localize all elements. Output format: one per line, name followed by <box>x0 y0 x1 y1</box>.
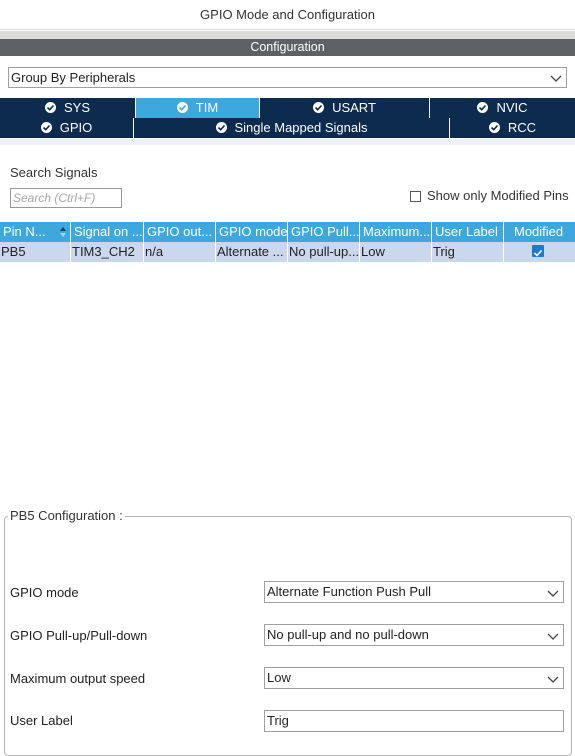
check-circle-icon <box>477 102 489 113</box>
max-speed-select[interactable]: Low <box>264 667 564 689</box>
configuration-header: Configuration <box>0 39 575 56</box>
column-header-signal[interactable]: Signal on ... <box>71 222 144 242</box>
pin-configuration-title: PB5 Configuration : <box>8 508 125 523</box>
cell-gpio-pull: No pull-up... <box>288 242 360 262</box>
table-header-row: Pin N... Signal on ... GPIO out... GPIO … <box>0 222 575 242</box>
column-header-modified[interactable]: Modified <box>504 222 575 242</box>
tab-single-mapped-signals[interactable]: Single Mapped Signals <box>134 118 450 138</box>
column-header-gpio-output[interactable]: GPIO out... <box>144 222 216 242</box>
table-row[interactable]: PB5 TIM3_CH2 n/a Alternate ... No pull-u… <box>0 242 575 262</box>
divider-strip <box>0 31 575 39</box>
tab-label: SYS <box>63 100 90 115</box>
check-circle-icon <box>313 102 325 113</box>
cell-gpio-mode: Alternate ... <box>216 242 288 262</box>
chevron-down-icon <box>547 590 559 597</box>
tab-rcc[interactable]: RCC <box>450 118 575 138</box>
tab-sys[interactable]: SYS <box>0 98 136 118</box>
tab-nvic[interactable]: NVIC <box>430 98 575 118</box>
gpio-mode-label: GPIO mode <box>10 585 79 600</box>
tab-label: TIM <box>195 100 219 115</box>
tab-label: RCC <box>507 120 537 135</box>
cell-gpio-output: n/a <box>144 242 216 262</box>
cell-signal: TIM3_CH2 <box>71 242 144 262</box>
check-circle-icon <box>215 122 227 133</box>
tab-label: NVIC <box>496 100 528 115</box>
user-label-label: User Label <box>10 713 73 728</box>
search-input[interactable] <box>10 188 122 208</box>
user-label-input[interactable]: Trig <box>264 710 564 732</box>
signals-table: Pin N... Signal on ... GPIO out... GPIO … <box>0 222 575 262</box>
gpio-pull-label: GPIO Pull-up/Pull-down <box>10 628 148 643</box>
cell-user-label: Trig <box>432 242 504 262</box>
check-circle-icon <box>44 102 56 113</box>
search-signals-label: Search Signals <box>10 165 98 180</box>
gpio-pull-value: No pull-up and no pull-down <box>267 627 429 642</box>
max-speed-label: Maximum output speed <box>10 671 146 686</box>
group-by-select-value: Group By Peripherals <box>11 70 136 85</box>
column-header-label: Pin N... <box>3 224 46 239</box>
gpio-mode-value: Alternate Function Push Pull <box>267 584 432 599</box>
gpio-pull-select[interactable]: No pull-up and no pull-down <box>264 624 564 646</box>
check-circle-icon <box>488 122 500 133</box>
column-header-pin[interactable]: Pin N... <box>0 222 71 242</box>
sort-icon <box>60 227 66 237</box>
check-circle-icon <box>176 102 188 113</box>
tab-label: GPIO <box>59 120 93 135</box>
group-by-select[interactable]: Group By Peripherals <box>8 67 567 88</box>
tab-gpio[interactable]: GPIO <box>0 118 134 138</box>
window-title: GPIO Mode and Configuration <box>0 0 575 30</box>
chevron-down-icon <box>547 676 559 683</box>
chevron-down-icon <box>547 633 559 640</box>
column-header-user-label[interactable]: User Label <box>432 222 504 242</box>
cell-modified[interactable] <box>504 242 575 262</box>
checkbox-box[interactable] <box>410 191 421 202</box>
check-circle-icon <box>40 122 52 133</box>
column-header-max-speed[interactable]: Maximum... <box>360 222 432 242</box>
column-header-gpio-mode[interactable]: GPIO mode <box>216 222 288 242</box>
tab-label: USART <box>332 100 376 115</box>
tab-panel-band <box>0 139 575 145</box>
show-modified-pins-checkbox[interactable]: Show only Modified Pins <box>410 188 569 204</box>
tab-tim[interactable]: TIM <box>136 98 260 118</box>
tab-usart[interactable]: USART <box>260 98 430 118</box>
chevron-down-icon <box>550 75 562 82</box>
show-modified-pins-label: Show only Modified Pins <box>427 188 569 203</box>
cell-max-speed: Low <box>360 242 432 262</box>
checkbox-checked-icon[interactable] <box>532 245 544 257</box>
max-speed-value: Low <box>267 670 291 685</box>
column-header-gpio-pull[interactable]: GPIO Pull... <box>288 222 360 242</box>
cell-pin: PB5 <box>0 242 71 262</box>
gpio-mode-select[interactable]: Alternate Function Push Pull <box>264 581 564 603</box>
tab-label: Single Mapped Signals <box>234 120 368 135</box>
